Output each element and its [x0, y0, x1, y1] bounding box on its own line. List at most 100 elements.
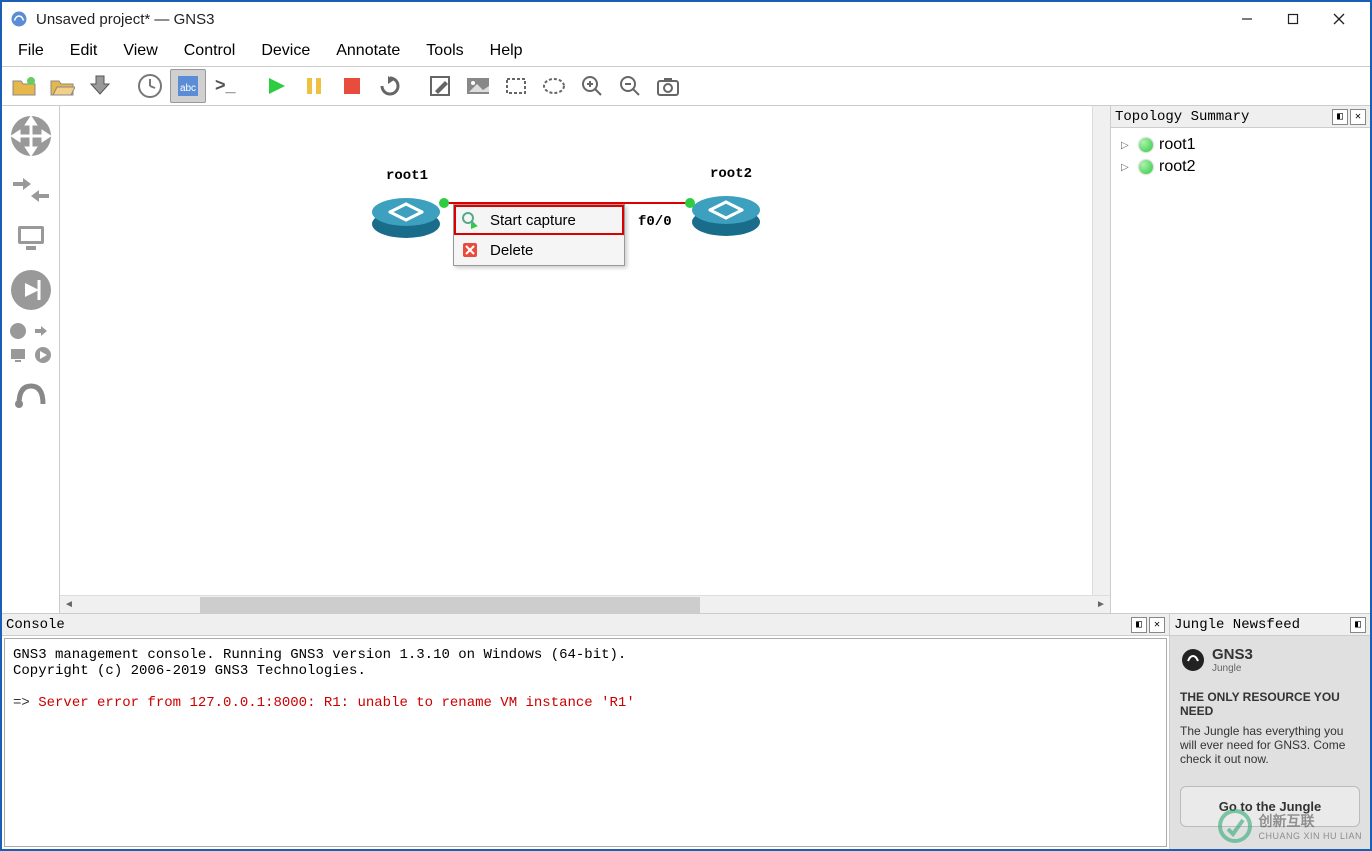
console-error-line: Server error from 127.0.0.1:8000: R1: un… [38, 695, 635, 711]
brand-sub: Jungle [1212, 663, 1253, 674]
new-project-icon[interactable] [6, 69, 42, 103]
panel-close-icon[interactable]: ✕ [1149, 617, 1165, 633]
device-toolbar [2, 106, 60, 613]
jungle-newsfeed-panel: Jungle Newsfeed ◧ GNS3 Jungle THE ONLY R… [1170, 614, 1370, 849]
window-controls [1224, 3, 1362, 35]
add-note-icon[interactable] [422, 69, 458, 103]
tree-node-label: root2 [1159, 158, 1195, 176]
close-button[interactable] [1316, 3, 1362, 35]
link-context-menu: Start capture Delete [453, 204, 625, 266]
menu-annotate[interactable]: Annotate [324, 38, 412, 64]
panel-title: Console [6, 617, 1129, 633]
switches-category-icon[interactable] [9, 166, 53, 210]
console-output[interactable]: GNS3 management console. Running GNS3 ve… [4, 638, 1167, 847]
tree-node-label: root1 [1159, 136, 1195, 154]
console-panel: Console ◧ ✕ GNS3 management console. Run… [2, 614, 1170, 849]
zoom-out-icon[interactable] [612, 69, 648, 103]
svg-text:abc: abc [180, 83, 196, 94]
node-label-root2: root2 [710, 166, 752, 182]
chevron-right-icon[interactable]: ▷ [1121, 162, 1133, 173]
console-prompt: => [13, 695, 30, 711]
end-devices-category-icon[interactable] [9, 216, 53, 260]
maximize-button[interactable] [1270, 3, 1316, 35]
panel-close-icon[interactable]: ✕ [1350, 109, 1366, 125]
bottom-dock: Console ◧ ✕ GNS3 management console. Run… [2, 613, 1370, 849]
draw-rectangle-icon[interactable] [498, 69, 534, 103]
menubar: File Edit View Control Device Annotate T… [2, 36, 1370, 66]
main-toolbar: abc >_ [2, 66, 1370, 106]
titlebar: Unsaved project* — GNS3 [2, 0, 1370, 36]
chevron-right-icon[interactable]: ▷ [1121, 140, 1133, 151]
tree-node-root1[interactable]: ▷ root1 [1117, 134, 1364, 156]
panel-title: Jungle Newsfeed [1174, 617, 1348, 633]
tree-node-root2[interactable]: ▷ root2 [1117, 156, 1364, 178]
go-to-jungle-button[interactable]: Go to the Jungle [1180, 786, 1360, 827]
canvas-horizontal-scrollbar[interactable]: ◄ ► [60, 595, 1110, 613]
topology-tree: ▷ root1 ▷ root2 [1111, 128, 1370, 613]
topology-canvas[interactable]: root1 root2 [60, 106, 1092, 595]
status-dot-running-icon [1139, 138, 1153, 152]
security-devices-category-icon[interactable] [7, 266, 55, 314]
panel-header: Console ◧ ✕ [2, 614, 1169, 636]
start-all-icon[interactable] [258, 69, 294, 103]
screenshot-icon[interactable] [650, 69, 686, 103]
menu-view[interactable]: View [111, 38, 169, 64]
node-label-root1: root1 [386, 168, 428, 184]
insert-image-icon[interactable] [460, 69, 496, 103]
menu-file[interactable]: File [6, 38, 56, 64]
node-root1[interactable] [370, 184, 442, 256]
newsfeed-headline: THE ONLY RESOURCE YOU NEED [1180, 690, 1360, 718]
canvas-vertical-scrollbar[interactable] [1092, 106, 1110, 595]
draw-ellipse-icon[interactable] [536, 69, 572, 103]
reload-all-icon[interactable] [372, 69, 408, 103]
window-frame: Unsaved project* — GNS3 File Edit View C… [2, 0, 1370, 849]
show-hide-interface-labels-icon[interactable]: abc [170, 69, 206, 103]
link-endpoint-dot [439, 198, 449, 208]
save-project-icon[interactable] [82, 69, 118, 103]
scroll-right-icon[interactable]: ► [1092, 596, 1110, 614]
context-item-label: Start capture [490, 212, 576, 229]
all-devices-category-icon[interactable] [7, 320, 55, 366]
app-icon [10, 10, 28, 28]
stop-all-icon[interactable] [334, 69, 370, 103]
menu-edit[interactable]: Edit [58, 38, 110, 64]
newsfeed-text: The Jungle has everything you will ever … [1180, 724, 1360, 766]
scroll-left-icon[interactable]: ◄ [60, 596, 78, 614]
panel-float-icon[interactable]: ◧ [1350, 617, 1366, 633]
menu-tools[interactable]: Tools [414, 38, 475, 64]
interface-label: f0/0 [638, 214, 672, 230]
minimize-button[interactable] [1224, 3, 1270, 35]
node-root2[interactable] [690, 182, 762, 254]
menu-control[interactable]: Control [172, 38, 248, 64]
console-line: Copyright (c) 2006-2019 GNS3 Technologie… [13, 663, 366, 679]
menu-device[interactable]: Device [249, 38, 322, 64]
main-area: root1 root2 [2, 106, 1370, 613]
snapshot-icon[interactable] [132, 69, 168, 103]
search-play-icon [460, 210, 480, 230]
status-dot-running-icon [1139, 160, 1153, 174]
context-delete[interactable]: Delete [454, 235, 624, 265]
zoom-in-icon[interactable] [574, 69, 610, 103]
canvas-wrapper: root1 root2 [60, 106, 1110, 613]
open-project-icon[interactable] [44, 69, 80, 103]
context-item-label: Delete [490, 242, 533, 259]
scrollbar-thumb[interactable] [200, 597, 700, 613]
add-link-icon[interactable] [9, 372, 53, 416]
brand-main: GNS3 [1212, 646, 1253, 663]
console-connect-icon[interactable]: >_ [208, 69, 244, 103]
gns3-jungle-logo: GNS3 Jungle [1180, 646, 1360, 674]
menu-help[interactable]: Help [478, 38, 535, 64]
pause-all-icon[interactable] [296, 69, 332, 103]
routers-category-icon[interactable] [7, 112, 55, 160]
context-start-capture[interactable]: Start capture [454, 205, 624, 235]
panel-header: Topology Summary ◧ ✕ [1111, 106, 1370, 128]
panel-float-icon[interactable]: ◧ [1131, 617, 1147, 633]
console-line: GNS3 management console. Running GNS3 ve… [13, 647, 626, 663]
window-title: Unsaved project* — GNS3 [36, 11, 1224, 28]
panel-title: Topology Summary [1115, 109, 1330, 125]
topology-summary-panel: Topology Summary ◧ ✕ ▷ root1 ▷ root2 [1110, 106, 1370, 613]
link-endpoint-dot [685, 198, 695, 208]
svg-text:>_: >_ [215, 75, 237, 95]
newsfeed-body: GNS3 Jungle THE ONLY RESOURCE YOU NEED T… [1170, 636, 1370, 849]
panel-float-icon[interactable]: ◧ [1332, 109, 1348, 125]
